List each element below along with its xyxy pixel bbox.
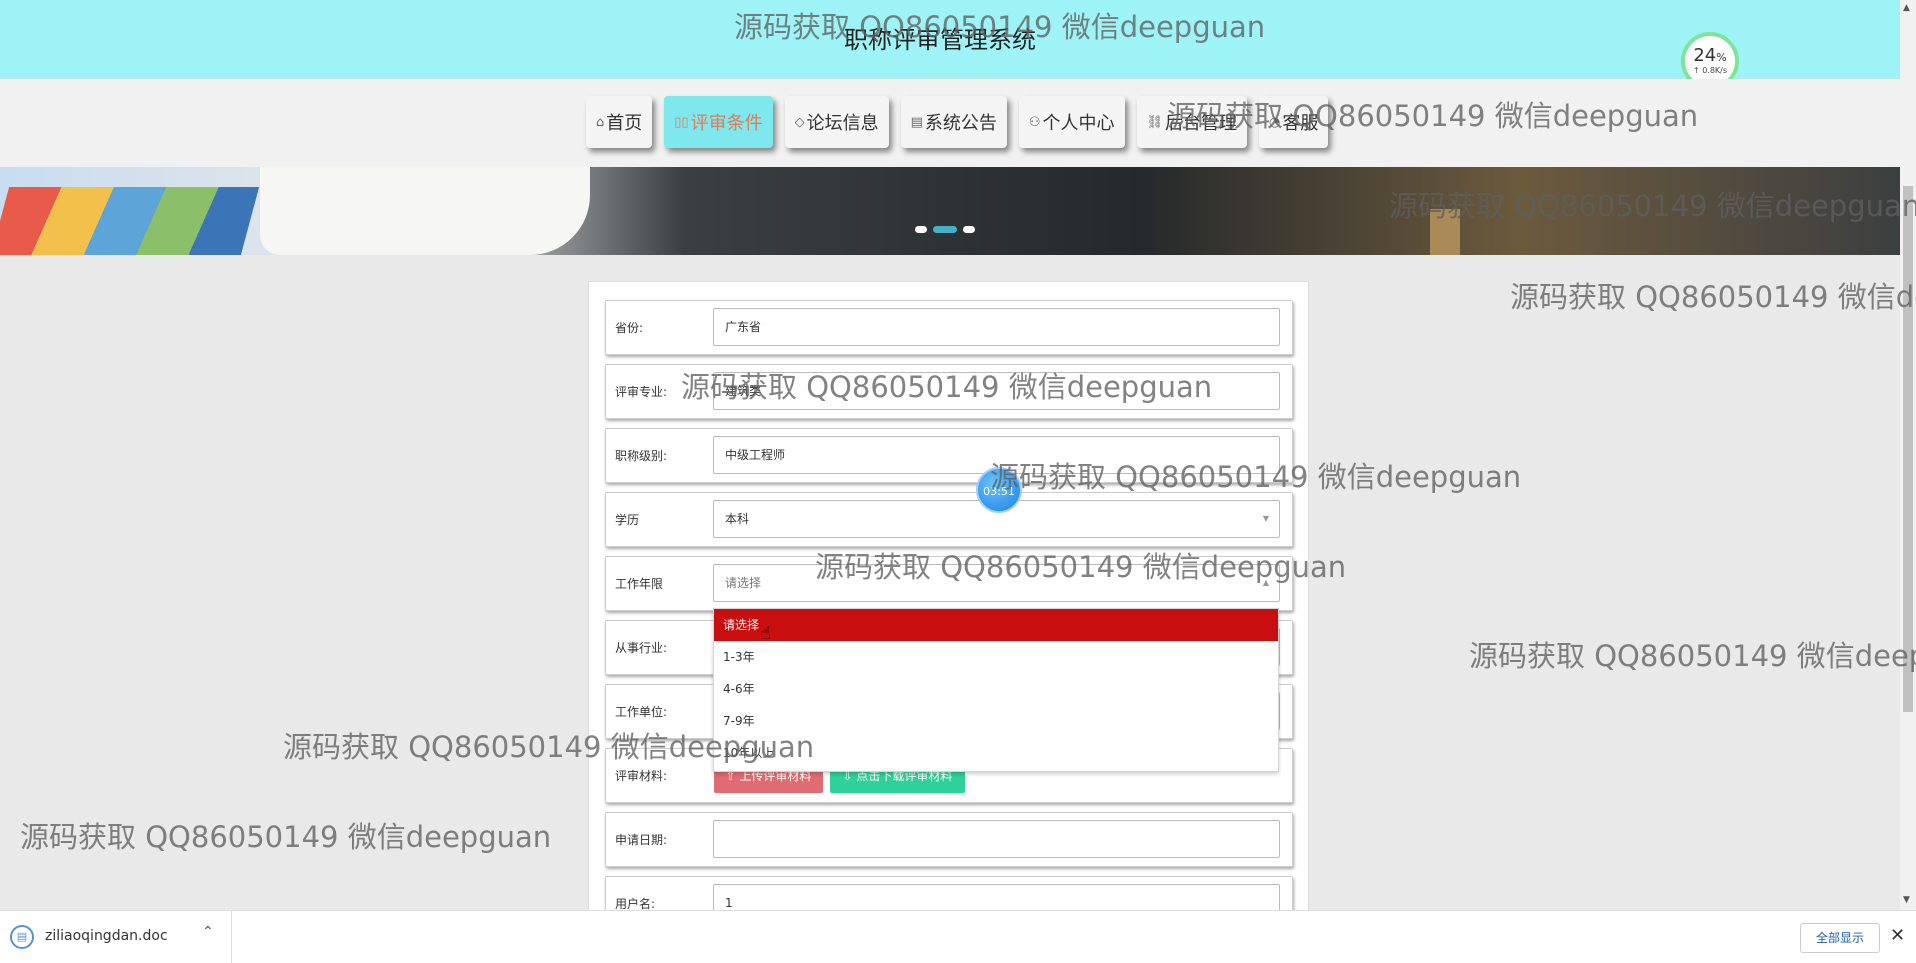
recording-timer[interactable]: 03:51 [976,467,1022,513]
document-file-icon: ▤ [10,925,34,949]
nav-item-review-conditions[interactable]: ▯▯ 评审条件 [664,96,773,148]
work-years-placeholder: 请选择 [725,576,762,590]
row-education: 学历 本科 ▼ [605,492,1293,547]
row-username: 用户名: 1 [605,876,1293,911]
app-title: 职称评审管理系统 [844,26,1036,54]
work-unit-label: 工作单位: [615,705,668,719]
carousel-dot[interactable] [915,226,927,233]
nav-label: 个人中心 [1042,113,1115,134]
row-work-years: 工作年限 请选择 ▲ [605,556,1293,611]
work-years-dropdown: 请选择 1-3年 4-6年 7-9年 10年以上 [713,608,1279,772]
download-bar: ▤ ziliaoqingdan.doc ⌃ 全部显示 ✕ [0,910,1916,963]
education-label: 学历 [615,513,640,527]
close-icon[interactable]: ✕ [1890,925,1905,946]
show-all-button[interactable]: 全部显示 [1800,923,1880,953]
nav-item-home[interactable]: ⌂ 首页 [586,96,653,148]
dropdown-option[interactable]: 4-6年 [714,673,1278,705]
headset-icon: ◔ [1269,114,1281,130]
application-form: 省份: 广东省 评审专业: 建筑类 职称级别: 中级工程师 学历 本科 ▼ 工作年… [588,281,1309,911]
work-years-label: 工作年限 [615,577,664,591]
nav-item-personal-center[interactable]: ⚇ 个人中心 [1018,96,1125,148]
row-province: 省份: 广东省 [605,300,1293,355]
download-file-name: ziliaoqingdan.doc [45,928,168,944]
banner-person-image [260,167,590,255]
row-major: 评审专业: 建筑类 [605,364,1293,419]
banner-carousel [0,167,1900,255]
header: 职称评审管理系统 24% ↑ 0.8K/s [0,0,1900,90]
user-icon: ⚇ [1028,114,1041,130]
carousel-dots [915,226,975,233]
nav-label: 系统公告 [924,113,997,134]
carousel-dot[interactable] [963,226,975,233]
scroll-thumb[interactable] [1903,186,1913,712]
apply-date-input[interactable] [713,820,1280,858]
carousel-dot-active[interactable] [933,226,957,233]
nav-label: 后台管理 [1165,113,1238,134]
row-title-level: 职称级别: 中级工程师 [605,428,1293,483]
page-scrollbar[interactable]: ▲ ▼ [1900,0,1916,910]
province-input[interactable]: 广东省 [713,308,1280,346]
nav-label: 客服 [1282,113,1319,134]
watermark: 源码获取 QQ86050149 微信deepguan [1510,280,1916,314]
nav-label: 首页 [606,113,643,134]
work-years-select[interactable]: 请选择 ▲ [713,564,1280,602]
nav-label: 评审条件 [690,113,763,134]
home-icon: ⌂ [596,114,605,130]
download-item[interactable]: ▤ ziliaoqingdan.doc ⌃ [0,911,232,963]
nav-list: ⌂ 首页 ▯▯ 评审条件 ◇ 论坛信息 ▤ 系统公告 ⚇ 个人中心 ⛓ 后台管理 ◔ 客服 [586,96,1329,148]
watermark: 源码获取 QQ86050149 微信deepguan [20,820,552,854]
title-level-label: 职称级别: [615,449,668,463]
major-label: 评审专业: [615,385,668,399]
speed-percent: 24% [1693,45,1727,66]
nav-item-admin[interactable]: ⛓ 后台管理 [1136,96,1248,148]
banner-books-image [0,187,260,255]
education-value: 本科 [725,512,750,526]
scroll-up-arrow-icon[interactable]: ▲ [1903,3,1910,13]
major-input[interactable]: 建筑类 [713,372,1280,410]
speed-rate: ↑ 0.8K/s [1692,66,1728,75]
nav-item-customer-service[interactable]: ◔ 客服 [1259,96,1329,148]
dropdown-option[interactable]: 10年以上 [714,737,1278,769]
dropdown-arrow-up-icon: ▲ [1262,578,1269,587]
dropdown-option[interactable]: 7-9年 [714,705,1278,737]
link-icon: ⛓ [1146,114,1164,130]
apply-date-label: 申请日期: [615,833,668,847]
materials-label: 评审材料: [615,769,668,783]
username-label: 用户名: [615,897,656,911]
nav-label: 论坛信息 [806,113,879,134]
province-label: 省份: [615,321,644,335]
hand-cursor-icon: ☝ [760,623,771,644]
dropdown-option-placeholder[interactable]: 请选择 [714,609,1278,641]
banner-bookmark-image [1430,209,1460,255]
industry-label: 从事行业: [615,641,668,655]
row-apply-date: 申请日期: [605,812,1293,867]
nav-item-announcements[interactable]: ▤ 系统公告 [900,96,1007,148]
tag-icon: ◇ [794,114,805,130]
scroll-down-arrow-icon[interactable]: ▼ [1903,895,1910,905]
columns-icon: ▯▯ [674,114,689,130]
chevron-up-icon[interactable]: ⌃ [202,924,214,940]
watermark: 源码获取 QQ86050149 微信deepguan [1469,639,1916,673]
username-input[interactable]: 1 [713,884,1280,910]
dropdown-arrow-icon: ▼ [1262,514,1269,523]
document-icon: ▤ [910,114,923,130]
dropdown-option[interactable]: 1-3年 [714,641,1278,673]
navbar: ⌂ 首页 ▯▯ 评审条件 ◇ 论坛信息 ▤ 系统公告 ⚇ 个人中心 ⛓ 后台管理 ◔ 客服 [0,79,1900,167]
nav-item-forum[interactable]: ◇ 论坛信息 [784,96,889,148]
